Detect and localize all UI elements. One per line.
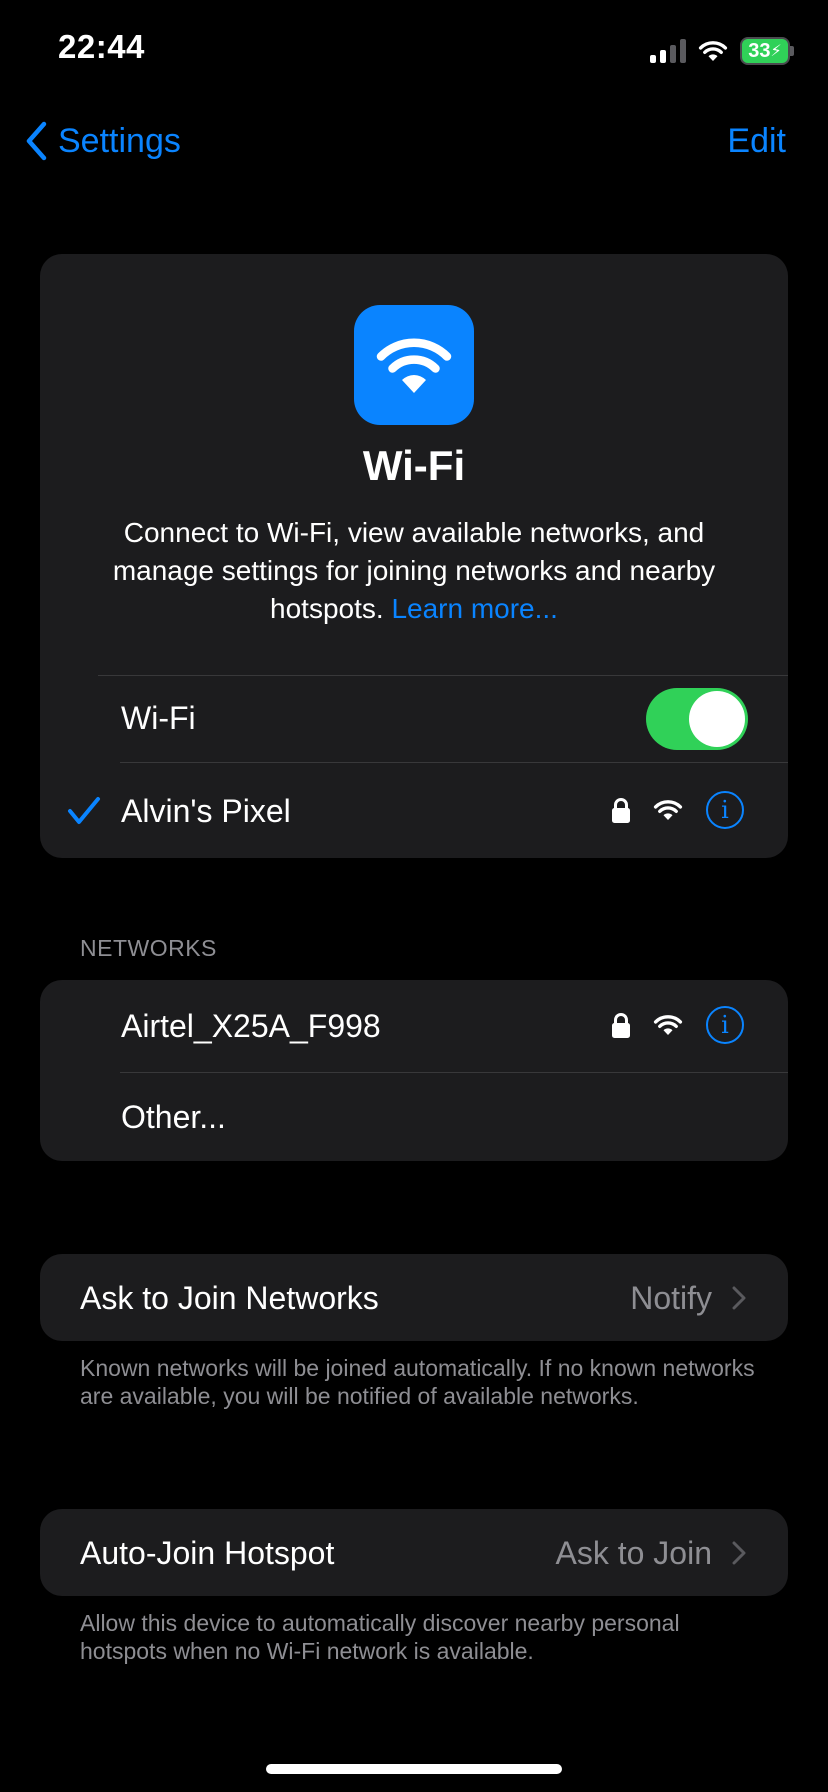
chevron-right-icon	[732, 1286, 746, 1310]
checkmark-icon	[68, 797, 100, 824]
auto-join-hotspot-label: Auto-Join Hotspot	[80, 1535, 335, 1571]
edit-button[interactable]: Edit	[727, 118, 786, 164]
wifi-signal-icon	[653, 800, 683, 820]
back-button[interactable]: Settings	[24, 118, 181, 164]
wifi-status-icon	[698, 41, 728, 61]
status-time: 22:44	[58, 28, 145, 65]
battery-level: 33	[748, 39, 771, 62]
network-row[interactable]: Airtel_X25A_F998 i	[40, 980, 788, 1072]
info-icon[interactable]: i	[706, 1006, 744, 1044]
auto-join-hotspot-row[interactable]: Auto-Join Hotspot Ask to Join	[40, 1509, 788, 1596]
home-indicator[interactable]	[266, 1764, 562, 1774]
chevron-left-icon	[26, 121, 47, 161]
auto-join-hotspot-footnote: Allow this device to automatically disco…	[80, 1610, 680, 1664]
connected-network-row[interactable]: Alvin's Pixel i	[40, 763, 788, 857]
auto-join-hotspot-value: Ask to Join	[555, 1535, 712, 1571]
status-icons: 33 ⚡	[650, 34, 794, 68]
wifi-toggle-row: Wi-Fi	[40, 676, 788, 762]
charging-bolt-icon: ⚡	[770, 43, 782, 60]
page-title: Wi-Fi	[362, 442, 466, 489]
connected-network-name: Alvin's Pixel	[121, 793, 291, 829]
toggle-knob	[689, 691, 745, 747]
wifi-toggle-label: Wi-Fi	[121, 700, 196, 736]
cellular-signal-icon	[650, 39, 686, 63]
ask-to-join-footnote: Known networks will be joined automatica…	[80, 1355, 755, 1409]
back-button-label: Settings	[58, 121, 181, 160]
wifi-signal-icon	[653, 1015, 683, 1035]
battery-nub	[790, 46, 794, 56]
wifi-app-icon	[354, 305, 474, 425]
battery-icon: 33 ⚡	[740, 37, 790, 65]
lock-icon	[612, 1013, 630, 1038]
learn-more-link[interactable]: Learn more...	[391, 593, 558, 624]
ask-to-join-label: Ask to Join Networks	[80, 1280, 379, 1316]
ask-to-join-row[interactable]: Ask to Join Networks Notify	[40, 1254, 788, 1341]
chevron-right-icon	[732, 1541, 746, 1565]
other-network-label: Other...	[121, 1099, 226, 1135]
other-network-row[interactable]: Other...	[40, 1073, 788, 1161]
lock-icon	[612, 798, 630, 823]
network-name: Airtel_X25A_F998	[121, 1008, 381, 1044]
wifi-toggle[interactable]	[646, 688, 748, 750]
ask-to-join-value: Notify	[630, 1280, 712, 1316]
hero-description: Connect to Wi-Fi, view available network…	[80, 514, 748, 628]
info-icon[interactable]: i	[706, 791, 744, 829]
networks-section-header: NETWORKS	[80, 935, 217, 961]
wifi-icon	[376, 338, 452, 393]
